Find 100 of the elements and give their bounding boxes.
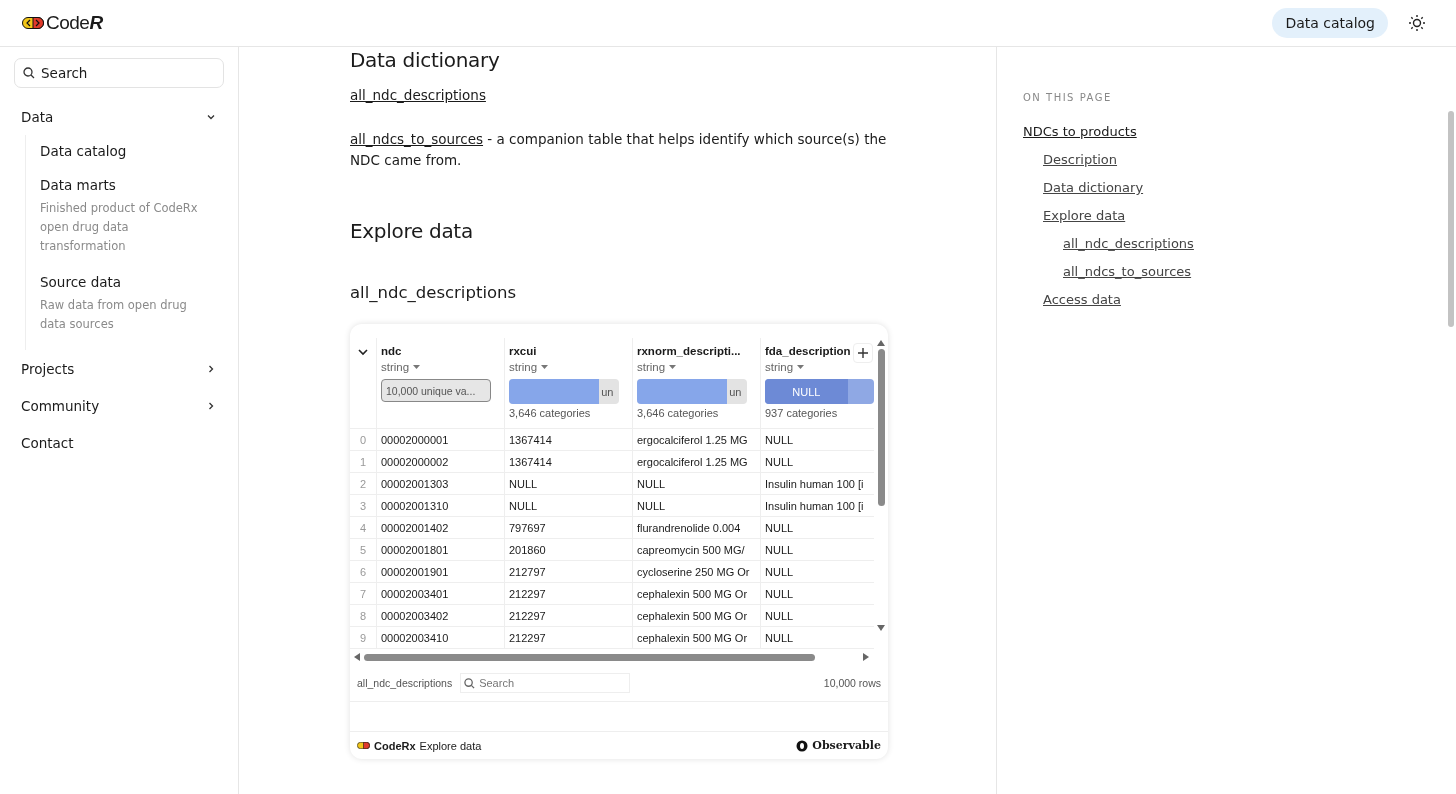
table-cell: cephalexin 500 MG Or [633,605,761,626]
toc-link[interactable]: Description [1043,152,1118,167]
toc-link[interactable]: Data dictionary [1043,180,1144,195]
caret-icon [797,364,805,370]
column-type[interactable]: string [381,361,410,373]
row-index: 7 [350,583,377,604]
table-cell-text: NULL [764,564,795,580]
nav-item[interactable]: Data [14,98,224,135]
table-cell: 212797 [505,561,633,582]
scroll-right-icon[interactable] [863,653,869,661]
table-link[interactable]: all_ndcs_to_sources [350,131,484,147]
page-scrollbar-thumb[interactable] [1448,111,1454,327]
table-cell: 00002003401 [377,583,505,604]
bar-label: NULL [792,385,821,398]
data-catalog-button[interactable]: Data catalog [1272,8,1388,38]
table-search-field[interactable]: Search [460,673,631,693]
chevron-icon [206,363,216,374]
table-cell: NULL [505,473,633,494]
logo-icon [22,17,44,29]
table-cell: 00002000002 [377,451,505,472]
logo-icon [357,742,370,749]
table-cell: 1367414 [505,429,633,450]
scroll-down-icon[interactable] [877,625,885,631]
row-index: 3 [350,495,377,516]
section-heading: Data dictionary [350,48,501,72]
nav-subitem[interactable]: Data catalog [40,143,224,159]
nav-item[interactable]: Contact [14,424,224,461]
search-icon [23,67,35,79]
embed-brand: CodeRx [374,739,416,752]
category-count: 3,646 categories [509,407,592,419]
caret-icon [669,364,677,370]
search-field[interactable]: Search [14,58,224,88]
nav-item[interactable]: Projects [14,350,224,387]
table-cell: 00002003410 [377,627,505,648]
collapse-icon[interactable] [357,346,369,358]
column-type[interactable]: string [765,361,794,373]
section-heading: Explore data [350,219,474,243]
table-link[interactable]: all_ndc_descriptions [350,87,486,103]
scroll-up-icon[interactable] [877,340,885,346]
table-cell: NULL [633,473,761,494]
scrollbar-thumb[interactable] [364,653,815,661]
row-index: 1 [350,451,377,472]
table-cell: 00002001303 [377,473,505,494]
table-cell: 212297 [505,583,633,604]
table-cell: 212297 [505,605,633,626]
column-type[interactable]: string [509,361,538,373]
table-cell: ergocalciferol 1.25 MG [633,429,761,450]
toc-link[interactable]: all_ndcs_to_sources [1063,264,1192,279]
nav-subitem[interactable]: Source data [40,274,224,290]
scrollbar-thumb[interactable] [877,349,885,506]
table-cell-text: NULL [764,630,795,646]
table-cell: 00002001402 [377,517,505,538]
toc-link[interactable]: all_ndc_descriptions [1063,236,1194,251]
row-index: 4 [350,517,377,538]
bar-label: un [600,385,614,398]
table-cell-text: NULL [764,520,795,536]
table-cell: 00002000001 [377,429,505,450]
row-index: 5 [350,539,377,560]
table-cell: NULL [505,495,633,516]
observable-logo-icon [796,739,809,752]
table-cell: 00002001310 [377,495,505,516]
theme-toggle-icon[interactable] [1408,14,1426,32]
table-cell: 201860 [505,539,633,560]
caret-icon [413,364,421,370]
subsection-heading: all_ndc_descriptions [350,283,518,302]
caret-icon [541,364,549,370]
row-index: 2 [350,473,377,494]
table-cell: cephalexin 500 MG Or [633,627,761,648]
table-cell: 212297 [505,627,633,648]
embed-title: Explore data [419,739,482,752]
column-header[interactable]: rxnorm_descripti... [637,345,760,357]
table-cell: capreomycin 500 MG/ [633,539,761,560]
nav-item[interactable]: Community [14,387,224,424]
table-cell: cycloserine 250 MG Or [633,561,761,582]
column-type[interactable]: string [637,361,666,373]
row-index: 9 [350,627,377,648]
column-header[interactable]: ndc [381,345,504,357]
table-cell-text: NULL [764,586,795,602]
unique-summary: 10,000 unique va... [381,379,491,402]
table-cell-text: NULL [764,608,795,624]
add-column-button[interactable] [853,343,873,363]
category-count: 937 categories [765,407,839,419]
embed-credit[interactable]: Observable [812,739,881,752]
column-header[interactable]: fda_description [765,345,874,357]
chevron-icon [206,400,216,411]
table-cell-text: Insulin human 100 [i [764,476,865,492]
category-count: 3,646 categories [637,407,720,419]
search-icon [464,678,476,689]
nav-subitem[interactable]: Data marts [40,177,224,193]
toc-link[interactable]: NDCs to products [1023,124,1137,139]
toc-link[interactable]: Explore data [1043,208,1126,223]
table-cell-text: NULL [764,542,795,558]
table-cell: flurandrenolide 0.004 [633,517,761,538]
table-cell: ergocalciferol 1.25 MG [633,451,761,472]
row-index: 6 [350,561,377,582]
column-header[interactable]: rxcui [509,345,632,357]
toc-link[interactable]: Access data [1043,292,1121,307]
scroll-left-icon[interactable] [354,653,360,661]
toc-title: ON THIS PAGE [1023,92,1113,103]
row-index: 0 [350,429,377,450]
